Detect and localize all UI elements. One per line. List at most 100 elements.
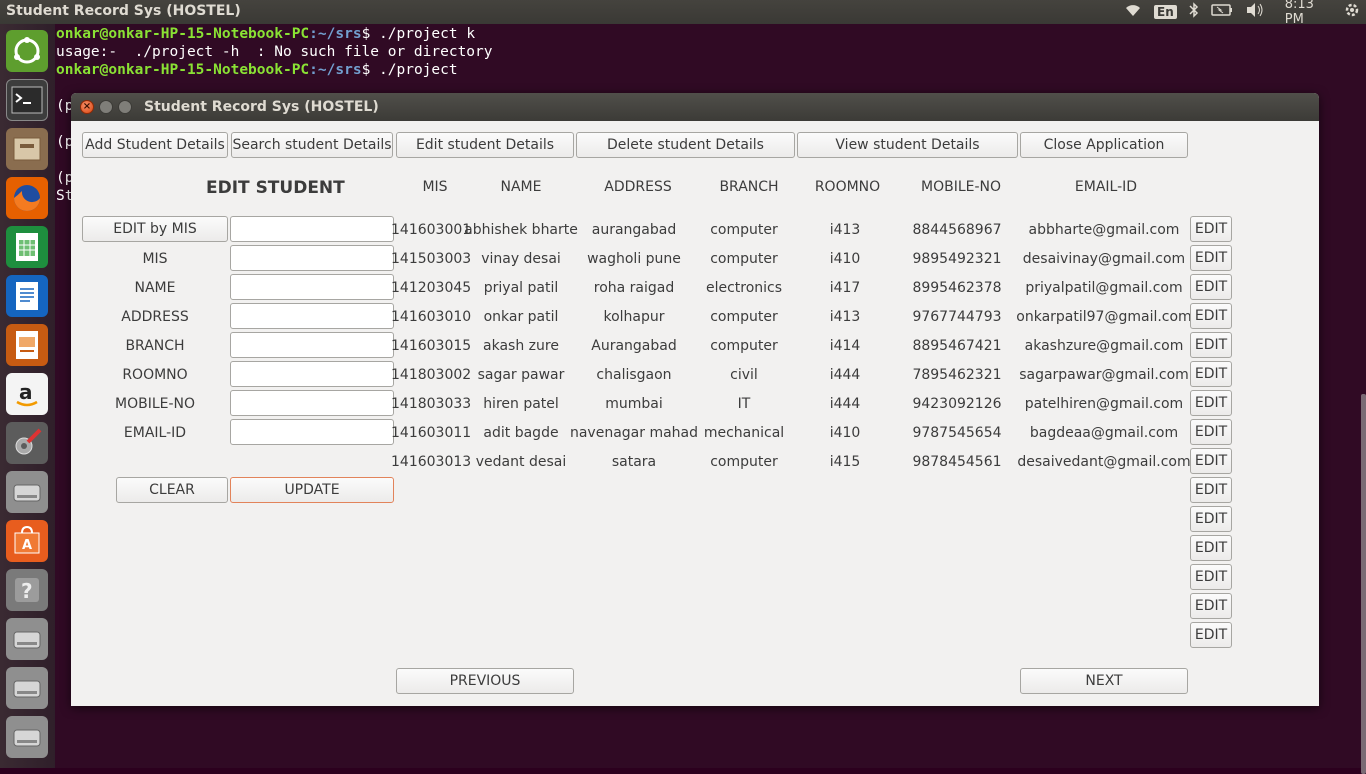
column-header-email-id: EMAIL-ID [1074, 179, 1138, 195]
row-edit-button[interactable]: EDIT [1190, 448, 1232, 474]
previous-button[interactable]: PREVIOUS [396, 668, 574, 694]
name-input[interactable] [230, 274, 394, 300]
mobile-no-input[interactable] [230, 390, 394, 416]
row-edit-button[interactable]: EDIT [1190, 564, 1232, 590]
row-edit-button[interactable]: EDIT [1190, 245, 1232, 271]
row-edit-button[interactable]: EDIT [1190, 361, 1232, 387]
roomno-label: ROOMNO [122, 367, 188, 383]
address-input[interactable] [230, 303, 394, 329]
next-button[interactable]: NEXT [1020, 668, 1188, 694]
top-panel: Student Record Sys (HOSTEL) En 8:13 PM [0, 0, 1366, 27]
row-edit-button[interactable]: EDIT [1190, 593, 1232, 619]
drive-icon[interactable] [6, 618, 48, 660]
email-id-input[interactable] [230, 419, 394, 445]
edit-by-mis-button[interactable]: EDIT by MIS [82, 216, 228, 242]
cell-address: wagholi pune [587, 251, 681, 267]
cell-address: chalisgaon [596, 367, 672, 383]
firefox-icon[interactable] [6, 177, 48, 219]
files-icon[interactable] [6, 128, 48, 170]
cell-name: adit bagde [483, 425, 559, 441]
window-close-icon[interactable]: × [80, 100, 94, 114]
settings-icon[interactable] [6, 422, 48, 464]
cell-mis: 141603001 [391, 222, 472, 238]
terminal-icon[interactable] [6, 79, 48, 121]
row-edit-button[interactable]: EDIT [1190, 506, 1232, 532]
window-content: Add Student Details Search student Detai… [71, 121, 1319, 706]
bluetooth-icon[interactable] [1189, 2, 1199, 22]
cell-roomno: i415 [829, 454, 861, 470]
cell-email-id: sagarpawar@gmail.com [1019, 367, 1189, 383]
svg-text:A: A [22, 538, 32, 553]
drive-icon[interactable] [6, 716, 48, 758]
search-student-button[interactable]: Search student Details [231, 132, 393, 158]
amazon-icon[interactable]: a [6, 373, 48, 415]
impress-icon[interactable] [6, 324, 48, 366]
cell-email-id: desaivedant@gmail.com [1017, 454, 1191, 470]
edit-by-mis-input[interactable] [230, 216, 394, 242]
cell-address: satara [611, 454, 657, 470]
branch-input[interactable] [230, 332, 394, 358]
roomno-input[interactable] [230, 361, 394, 387]
edit-student-heading: EDIT STUDENT [206, 178, 345, 198]
cell-mis: 141603011 [391, 425, 472, 441]
wifi-icon[interactable] [1124, 3, 1142, 21]
cell-name: vedant desai [475, 454, 567, 470]
launcher: a A ? [0, 24, 56, 768]
cell-mobile-no: 8895467421 [912, 338, 1002, 354]
app-window: × Student Record Sys (HOSTEL) Add Studen… [71, 93, 1319, 706]
mis-input[interactable] [230, 245, 394, 271]
cell-branch: computer [710, 454, 778, 470]
row-edit-button[interactable]: EDIT [1190, 390, 1232, 416]
battery-icon[interactable] [1211, 4, 1233, 20]
calc-icon[interactable] [6, 226, 48, 268]
drive-icon[interactable] [6, 667, 48, 709]
cell-branch: computer [710, 222, 778, 238]
column-header-mis: MIS [422, 179, 448, 195]
cell-address: mumbai [605, 396, 663, 412]
row-edit-button[interactable]: EDIT [1190, 477, 1232, 503]
cell-mobile-no: 9767744793 [912, 309, 1002, 325]
cell-mobile-no: 9787545654 [912, 425, 1002, 441]
row-edit-button[interactable]: EDIT [1190, 622, 1232, 648]
keyboard-language-indicator[interactable]: En [1154, 5, 1177, 19]
delete-student-button[interactable]: Delete student Details [576, 132, 795, 158]
cell-email-id: abbharte@gmail.com [1028, 222, 1180, 238]
mobile-no-label: MOBILE-NO [114, 396, 196, 412]
cell-branch: IT [737, 396, 751, 412]
close-application-button[interactable]: Close Application [1020, 132, 1188, 158]
row-edit-button[interactable]: EDIT [1190, 274, 1232, 300]
cell-roomno: i413 [829, 309, 861, 325]
cell-email-id: bagdeaa@gmail.com [1029, 425, 1179, 441]
edit-student-button[interactable]: Edit student Details [396, 132, 574, 158]
cell-address: roha raigad [593, 280, 675, 296]
name-label: NAME [134, 280, 176, 296]
cell-mis: 141203045 [391, 280, 472, 296]
writer-icon[interactable] [6, 275, 48, 317]
add-student-button[interactable]: Add Student Details [82, 132, 228, 158]
ubuntu-dash-icon[interactable] [6, 30, 48, 72]
row-edit-button[interactable]: EDIT [1190, 303, 1232, 329]
window-maximize-icon[interactable] [118, 100, 132, 114]
column-header-roomno: ROOMNO [814, 179, 881, 195]
software-center-icon[interactable]: A [6, 520, 48, 562]
window-titlebar[interactable]: × Student Record Sys (HOSTEL) [71, 93, 1319, 121]
power-gear-icon[interactable] [1344, 2, 1360, 22]
row-edit-button[interactable]: EDIT [1190, 216, 1232, 242]
help-icon[interactable]: ? [6, 569, 48, 611]
volume-icon[interactable] [1245, 2, 1265, 22]
view-student-button[interactable]: View student Details [797, 132, 1018, 158]
cell-branch: computer [710, 309, 778, 325]
row-edit-button[interactable]: EDIT [1190, 535, 1232, 561]
cell-address: Aurangabad [591, 338, 677, 354]
row-edit-button[interactable]: EDIT [1190, 419, 1232, 445]
clear-button[interactable]: CLEAR [116, 477, 228, 503]
column-header-branch: BRANCH [719, 179, 779, 195]
terminal-scrollbar[interactable] [1361, 394, 1366, 774]
active-window-title: Student Record Sys (HOSTEL) [6, 3, 241, 19]
cell-name: hiren patel [483, 396, 559, 412]
drive-icon[interactable] [6, 471, 48, 513]
window-minimize-icon[interactable] [99, 100, 113, 114]
update-button[interactable]: UPDATE [230, 477, 394, 503]
row-edit-button[interactable]: EDIT [1190, 332, 1232, 358]
clock[interactable]: 8:13 PM [1285, 0, 1332, 27]
